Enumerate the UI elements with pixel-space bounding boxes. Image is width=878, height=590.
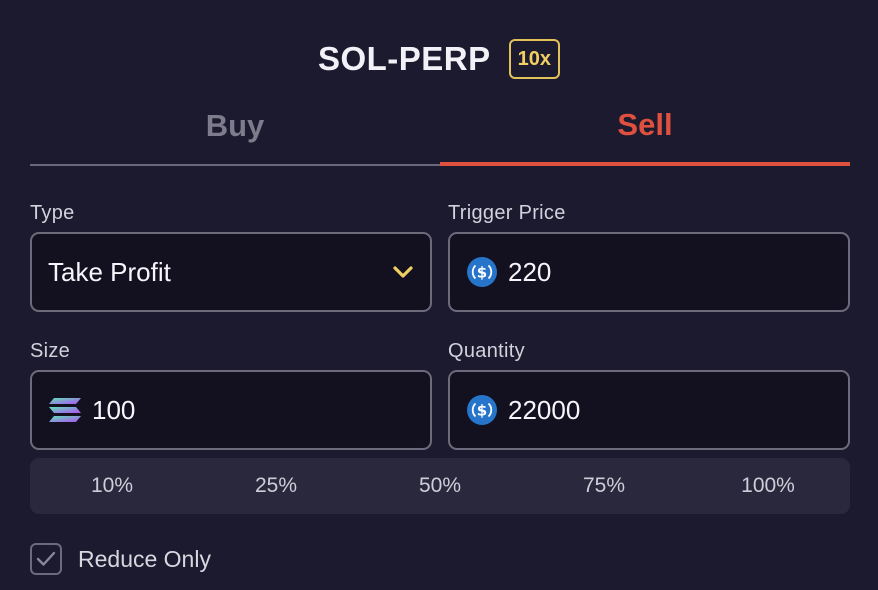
tab-buy[interactable]: Buy — [30, 100, 440, 166]
reduce-only-row: Reduce Only — [30, 543, 211, 575]
usdc-icon: $ — [466, 394, 498, 426]
svg-text:$: $ — [477, 264, 487, 282]
percent-selector: 10% 25% 50% 75% 100% — [30, 458, 850, 514]
order-type-select[interactable]: Take Profit — [30, 232, 432, 312]
leverage-badge[interactable]: 10x — [508, 39, 561, 79]
sol-icon — [48, 397, 82, 423]
quantity-value: 22000 — [508, 394, 581, 425]
type-label: Type — [30, 202, 75, 224]
quantity-input[interactable]: $ 22000 — [448, 370, 850, 450]
reduce-only-checkbox[interactable] — [30, 543, 62, 575]
size-input[interactable]: 100 — [30, 370, 432, 450]
trigger-price-input[interactable]: $ 220 — [448, 232, 850, 312]
trigger-price-value: 220 — [508, 256, 552, 287]
order-type-value: Take Profit — [48, 256, 171, 287]
side-tabs: Buy Sell — [30, 100, 850, 166]
quantity-label: Quantity — [448, 340, 525, 362]
size-label: Size — [30, 340, 71, 362]
svg-text:$: $ — [477, 402, 487, 420]
size-value: 100 — [92, 394, 136, 425]
trigger-price-label: Trigger Price — [448, 202, 566, 224]
percent-25-button[interactable]: 25% — [194, 474, 358, 498]
check-icon — [36, 551, 56, 566]
percent-50-button[interactable]: 50% — [358, 474, 522, 498]
percent-100-button[interactable]: 100% — [686, 474, 850, 498]
tab-sell[interactable]: Sell — [440, 100, 850, 166]
order-header: SOL-PERP 10x — [0, 36, 878, 82]
chevron-down-icon — [392, 265, 414, 279]
usdc-icon: $ — [466, 256, 498, 288]
percent-10-button[interactable]: 10% — [30, 474, 194, 498]
percent-75-button[interactable]: 75% — [522, 474, 686, 498]
market-title: SOL-PERP — [317, 40, 491, 77]
reduce-only-label[interactable]: Reduce Only — [78, 546, 211, 573]
